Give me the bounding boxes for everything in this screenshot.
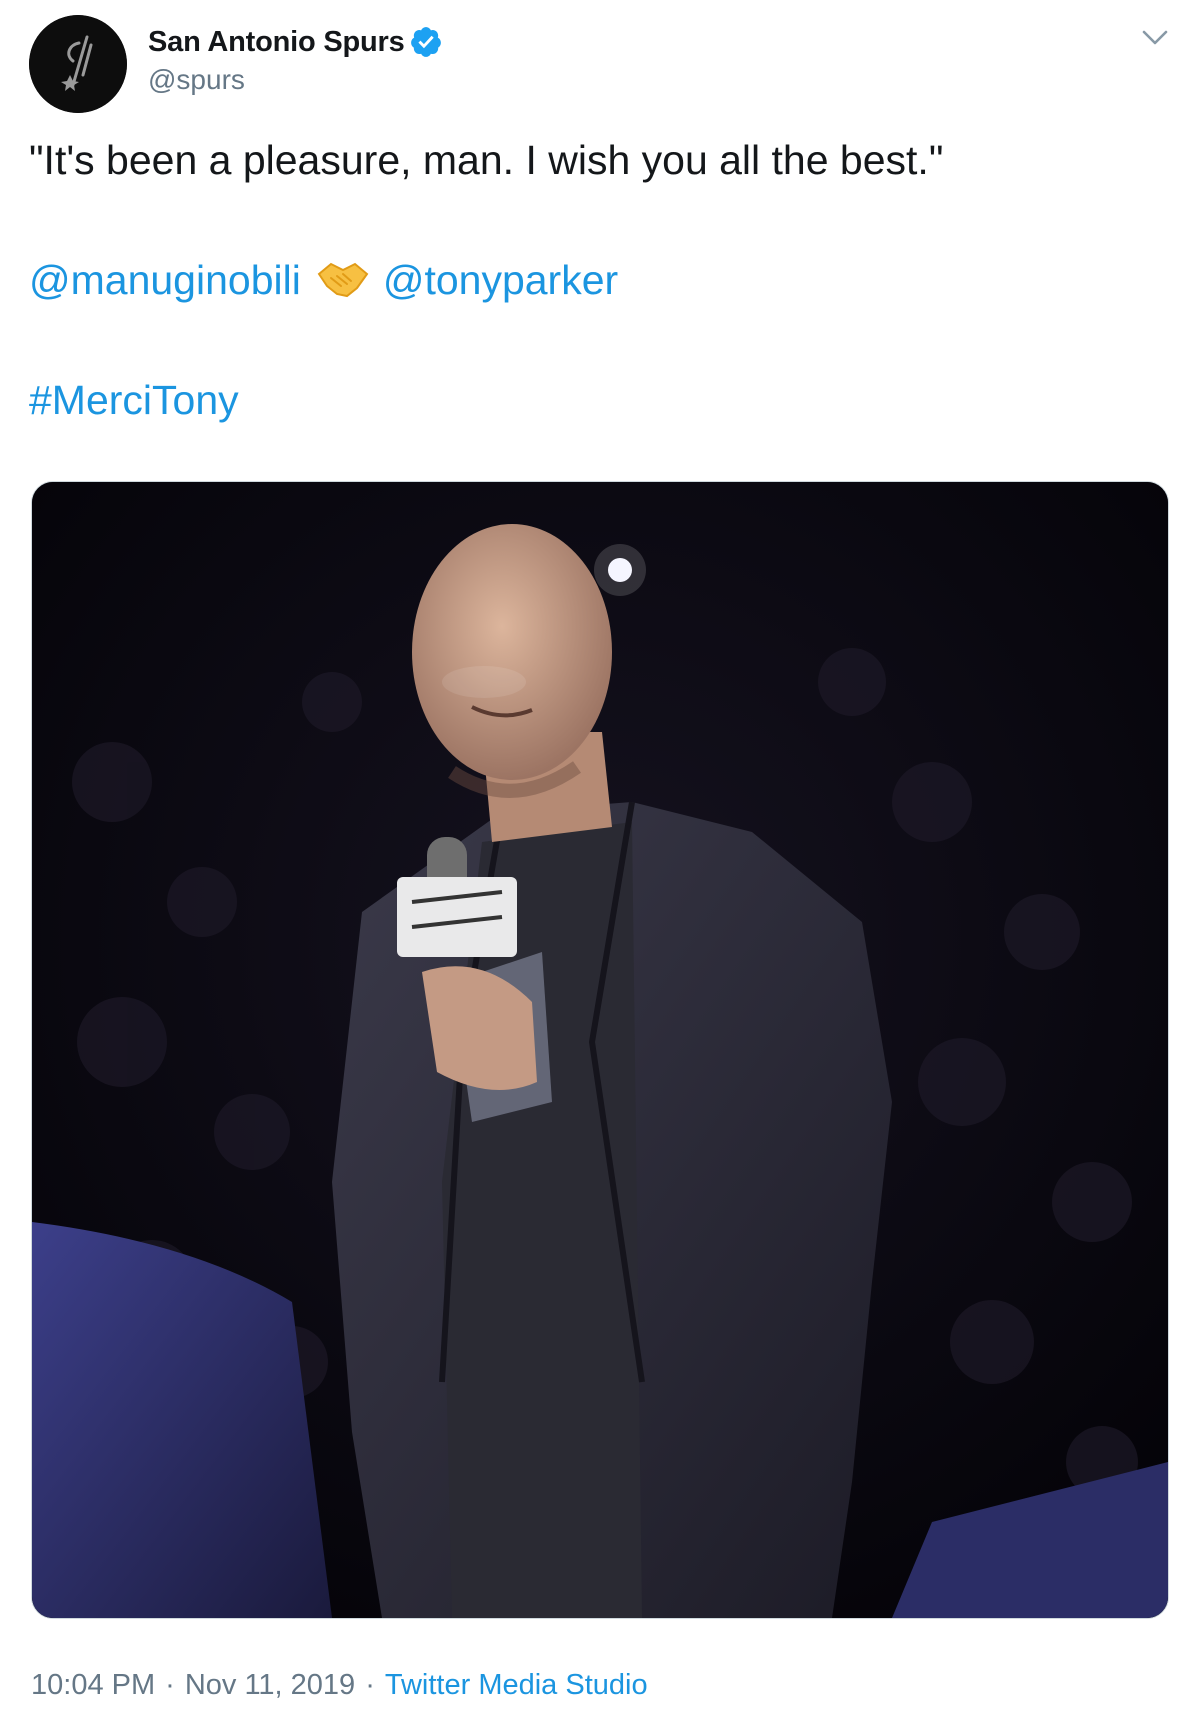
- tweet-meta: 10:04 PM · Nov 11, 2019 · Twitter Media Stud…: [31, 1669, 648, 1702]
- video-frame: [32, 482, 1168, 1618]
- handle[interactable]: @spurs: [148, 64, 443, 96]
- spurs-logo-icon: [29, 15, 127, 113]
- tweet: San Antonio Spurs @spurs "It's been a pl…: [0, 0, 1200, 1733]
- avatar[interactable]: [29, 15, 127, 113]
- mention-manuginobili[interactable]: @manuginobili: [29, 257, 301, 303]
- tweet-text: "It's been a pleasure, man. I wish you a…: [29, 135, 1159, 425]
- chevron-down-icon[interactable]: [1140, 26, 1170, 50]
- tweet-time[interactable]: 10:04 PM: [31, 1669, 155, 1701]
- hashtag-line: #MerciTony: [29, 375, 1159, 425]
- tweet-date[interactable]: Nov 11, 2019: [185, 1669, 355, 1701]
- tweet-source-link[interactable]: Twitter Media Studio: [385, 1669, 648, 1701]
- hashtag-mercitony[interactable]: #MerciTony: [29, 377, 239, 423]
- media-video[interactable]: [31, 481, 1169, 1619]
- verified-badge-icon: [409, 25, 443, 59]
- handshake-icon: [317, 256, 369, 300]
- tweet-quote: "It's been a pleasure, man. I wish you a…: [29, 137, 944, 183]
- display-name[interactable]: San Antonio Spurs: [148, 26, 405, 59]
- display-name-row: San Antonio Spurs: [148, 22, 443, 62]
- mentions-line: @manuginobili @tonyparker: [29, 255, 1159, 305]
- meta-separator: ·: [365, 1669, 375, 1701]
- author-block: San Antonio Spurs @spurs: [148, 22, 443, 96]
- mention-tonyparker[interactable]: @tonyparker: [383, 257, 618, 303]
- meta-separator: ·: [165, 1669, 175, 1701]
